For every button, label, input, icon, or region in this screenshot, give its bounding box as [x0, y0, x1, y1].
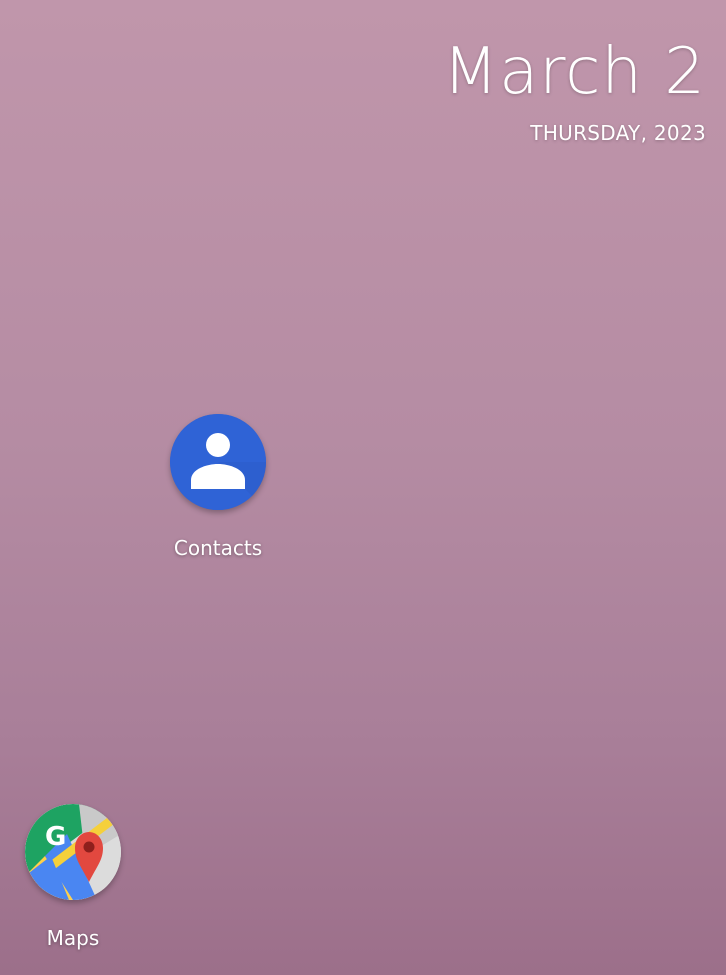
weekday-year-text: THURSDAY, 2023	[530, 121, 706, 145]
maps-icon[interactable]: G	[25, 804, 121, 900]
contacts-app-shortcut[interactable]: Contacts	[148, 414, 288, 560]
date-text: March 2	[442, 35, 706, 109]
date-widget[interactable]: March 2 THURSDAY, 2023	[443, 34, 706, 146]
contacts-label: Contacts	[173, 536, 263, 560]
maps-app-shortcut[interactable]: G Maps	[3, 804, 143, 950]
svg-text:G: G	[45, 822, 66, 852]
contacts-icon[interactable]	[170, 414, 266, 510]
maps-label: Maps	[46, 926, 100, 950]
